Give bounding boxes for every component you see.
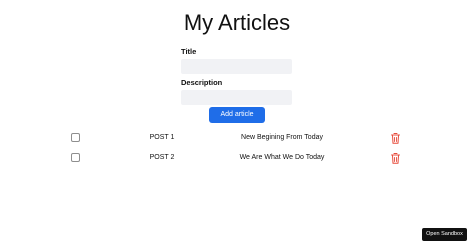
title-label: Title (181, 47, 197, 56)
open-sandbox-button[interactable]: Open Sandbox (422, 228, 467, 241)
article-row: POST 2 We Are What We Do Today (0, 151, 474, 165)
add-article-form: Title Description (181, 46, 293, 105)
add-article-button[interactable]: Add article (209, 107, 265, 123)
description-input[interactable] (181, 90, 292, 105)
trash-icon[interactable] (391, 133, 400, 144)
title-input[interactable] (181, 59, 292, 74)
article-title: POST 1 (149, 134, 175, 141)
article-checkbox[interactable] (71, 153, 80, 162)
article-checkbox[interactable] (71, 133, 80, 142)
page-title: My Articles (183, 10, 291, 35)
description-label: Description (181, 78, 223, 87)
trash-icon[interactable] (391, 153, 400, 164)
article-description: New Begining From Today (241, 134, 323, 141)
article-description: We Are What We Do Today (239, 154, 325, 161)
article-row: POST 1 New Begining From Today (0, 131, 474, 145)
article-title: POST 2 (149, 154, 175, 161)
